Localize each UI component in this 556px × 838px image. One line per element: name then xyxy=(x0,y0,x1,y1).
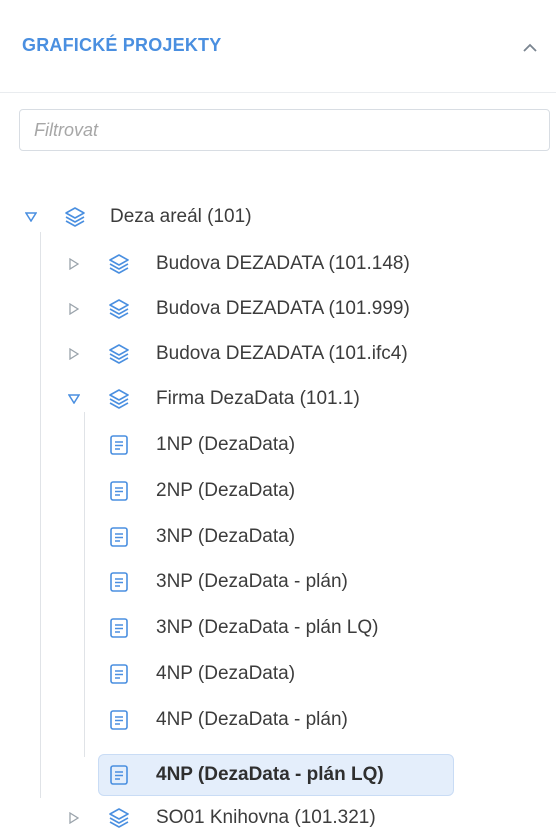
document-icon xyxy=(110,481,128,501)
tree-node-label[interactable]: 3NP (DezaData - plán) xyxy=(156,562,348,602)
layers-icon xyxy=(109,344,129,364)
tree-node-document[interactable]: 2NP (DezaData) xyxy=(0,471,556,511)
tree-node-label[interactable]: 2NP (DezaData) xyxy=(156,471,295,511)
document-icon xyxy=(110,527,128,547)
tree-node-label[interactable]: SO01 Knihovna (101.321) xyxy=(156,798,376,838)
layers-icon xyxy=(109,299,129,319)
panel-title: GRAFICKÉ PROJEKTY xyxy=(22,35,222,55)
tree-node-document[interactable]: 3NP (DezaData) xyxy=(0,517,556,557)
document-icon xyxy=(110,618,128,638)
tree-node-root[interactable]: Deza areál (101) xyxy=(0,197,556,237)
collapsed-toggle-icon[interactable] xyxy=(67,811,81,825)
tree-node-folder[interactable]: Budova DEZADATA (101.148) xyxy=(0,244,556,284)
panel-header: GRAFICKÉ PROJEKTY xyxy=(0,0,556,93)
filter-input[interactable] xyxy=(19,109,550,151)
layers-icon xyxy=(65,207,85,227)
document-icon xyxy=(110,710,128,730)
document-icon xyxy=(110,765,128,785)
expand-toggle-icon[interactable] xyxy=(67,392,81,406)
tree-node-label[interactable]: Budova DEZADATA (101.148) xyxy=(156,244,410,284)
layers-icon xyxy=(109,808,129,828)
tree-node-document[interactable]: 4NP (DezaData - plán) xyxy=(0,700,556,740)
tree-node-folder[interactable]: Firma DezaData (101.1) xyxy=(0,379,556,419)
expand-toggle-icon[interactable] xyxy=(24,210,38,224)
tree-node-folder[interactable]: Budova DEZADATA (101.ifc4) xyxy=(0,334,556,374)
tree-node-folder[interactable]: SO01 Knihovna (101.321) xyxy=(0,798,556,838)
tree-node-label[interactable]: Budova DEZADATA (101.ifc4) xyxy=(156,334,408,374)
tree-node-label[interactable]: 1NP (DezaData) xyxy=(156,425,295,465)
tree-node-label[interactable]: Firma DezaData (101.1) xyxy=(156,379,360,419)
tree-node-label[interactable]: 3NP (DezaData) xyxy=(156,517,295,557)
tree-node-label[interactable]: 3NP (DezaData - plán LQ) xyxy=(156,608,378,648)
tree-node-document[interactable]: 3NP (DezaData - plán) xyxy=(0,562,556,602)
tree-node-label[interactable]: 4NP (DezaData - plán) xyxy=(156,700,348,740)
tree-node-folder[interactable]: Budova DEZADATA (101.999) xyxy=(0,289,556,329)
tree-node-document-selected[interactable]: 4NP (DezaData - plán LQ) xyxy=(0,755,556,795)
tree-node-label[interactable]: Deza areál (101) xyxy=(110,197,252,237)
layers-icon xyxy=(109,254,129,274)
collapsed-toggle-icon[interactable] xyxy=(67,302,81,316)
tree-node-document[interactable]: 3NP (DezaData - plán LQ) xyxy=(0,608,556,648)
tree-node-label[interactable]: 4NP (DezaData) xyxy=(156,654,295,694)
tree-node-document[interactable]: 4NP (DezaData) xyxy=(0,654,556,694)
document-icon xyxy=(110,435,128,455)
tree-node-document[interactable]: 1NP (DezaData) xyxy=(0,425,556,465)
layers-icon xyxy=(109,389,129,409)
tree-node-label[interactable]: 4NP (DezaData - plán LQ) xyxy=(156,755,384,795)
document-icon xyxy=(110,664,128,684)
tree-node-label[interactable]: Budova DEZADATA (101.999) xyxy=(156,289,410,329)
collapse-button[interactable] xyxy=(516,34,544,62)
collapsed-toggle-icon[interactable] xyxy=(67,257,81,271)
document-icon xyxy=(110,572,128,592)
collapsed-toggle-icon[interactable] xyxy=(67,347,81,361)
chevron-up-icon xyxy=(523,43,537,52)
